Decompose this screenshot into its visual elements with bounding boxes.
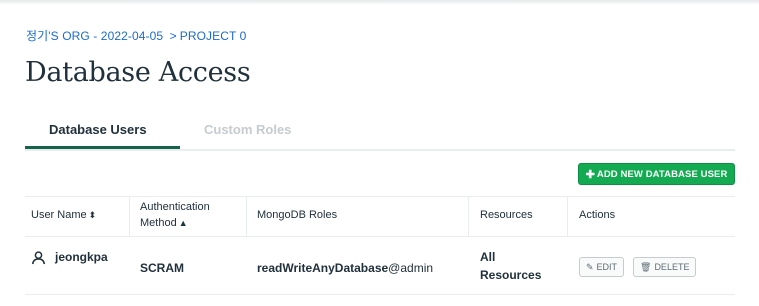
header-auth-line1: Authentication xyxy=(140,201,210,213)
tab-custom-roles[interactable]: Custom Roles xyxy=(204,122,291,137)
row-border xyxy=(25,294,735,295)
pencil-icon: ✎ xyxy=(586,261,594,272)
header-authentication-method[interactable]: Authentication Method ▲ xyxy=(140,199,210,231)
table-top-border xyxy=(25,196,735,197)
add-new-database-user-button[interactable]: ✚ ADD NEW DATABASE USER xyxy=(578,163,735,185)
user-icon xyxy=(31,251,46,265)
edit-button[interactable]: ✎ EDIT xyxy=(579,257,625,277)
column-divider xyxy=(129,197,130,236)
header-user-name[interactable]: User Name ⬍ xyxy=(31,207,96,223)
tab-database-users[interactable]: Database Users xyxy=(49,122,147,137)
column-divider xyxy=(567,197,568,236)
tab-bar: Database Users Custom Roles xyxy=(25,117,735,151)
user-name-cell: jeongkpa xyxy=(55,250,108,264)
top-shadow xyxy=(0,0,759,5)
header-row-border xyxy=(25,236,735,237)
header-mongodb-roles: MongoDB Roles xyxy=(257,209,338,221)
resources-cell: All Resources xyxy=(480,248,541,284)
delete-button[interactable]: 🗑 DELETE xyxy=(633,257,697,277)
role-database: @admin xyxy=(388,261,434,275)
trash-icon: 🗑 xyxy=(640,261,652,272)
edit-label: EDIT xyxy=(596,262,618,272)
auth-method-cell: SCRAM xyxy=(140,261,184,275)
breadcrumb-project[interactable]: PROJECT 0 xyxy=(180,29,247,43)
add-button-label: ADD NEW DATABASE USER xyxy=(596,168,728,180)
header-auth-line2: Method xyxy=(140,217,177,229)
breadcrumb-separator: > xyxy=(169,29,177,43)
sort-icon: ⬍ xyxy=(88,210,97,220)
active-tab-indicator xyxy=(25,146,180,149)
resources-line2: Resources xyxy=(480,268,542,282)
breadcrumb: 정기'S ORG - 2022-04-05 > PROJECT 0 xyxy=(26,27,246,44)
breadcrumb-org[interactable]: 정기'S ORG - 2022-04-05 xyxy=(26,29,163,43)
resources-line1: All xyxy=(480,250,496,264)
header-resources: Resources xyxy=(480,209,533,221)
sort-ascending-icon: ▲ xyxy=(178,218,188,228)
plus-icon: ✚ xyxy=(585,168,595,181)
role-name: readWriteAnyDatabase xyxy=(257,261,389,275)
column-divider xyxy=(468,197,469,236)
delete-label: DELETE xyxy=(654,262,690,272)
column-divider xyxy=(246,197,247,236)
header-user-name-label: User Name xyxy=(31,209,87,221)
role-cell: readWriteAnyDatabase@admin xyxy=(257,259,433,277)
header-actions: Actions xyxy=(579,209,616,221)
page-title: Database Access xyxy=(25,57,251,88)
